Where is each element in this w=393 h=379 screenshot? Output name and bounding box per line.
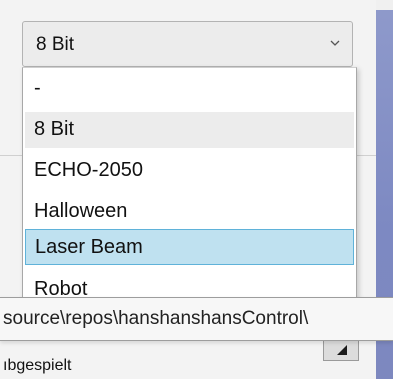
dropdown-item-8-bit[interactable]: 8 Bit — [25, 112, 354, 148]
tooltip-path-text: source\repos\hanshanshansControl\ — [3, 308, 309, 329]
dropdown-item-echo-2050[interactable]: ECHO-2050 — [25, 153, 354, 189]
dropdown-item-label: Laser Beam — [35, 236, 143, 258]
status-label: ıbgespielt — [3, 357, 72, 374]
combobox-selected-value: 8 Bit — [36, 34, 75, 55]
background-window-strip-top — [376, 0, 393, 10]
path-tooltip: source\repos\hanshanshansControl\ — [0, 297, 393, 341]
play-icon — [337, 345, 347, 355]
dropdown-item-label: ECHO-2050 — [34, 159, 143, 181]
dropdown-item-label: 8 Bit — [34, 118, 75, 140]
dropdown-item-halloween[interactable]: Halloween — [25, 194, 354, 230]
dropdown-item-none[interactable]: - — [25, 71, 354, 107]
chevron-down-icon[interactable] — [330, 38, 340, 48]
dropdown-item-label: Halloween — [34, 200, 128, 222]
dropdown-item-laser-beam[interactable]: Laser Beam — [25, 229, 354, 265]
dropdown-item-label: - — [34, 77, 41, 99]
combobox-dropdown-list[interactable]: - 8 Bit ECHO-2050 Halloween Laser Beam R… — [22, 67, 357, 302]
sound-effect-combobox[interactable]: 8 Bit — [22, 21, 353, 67]
